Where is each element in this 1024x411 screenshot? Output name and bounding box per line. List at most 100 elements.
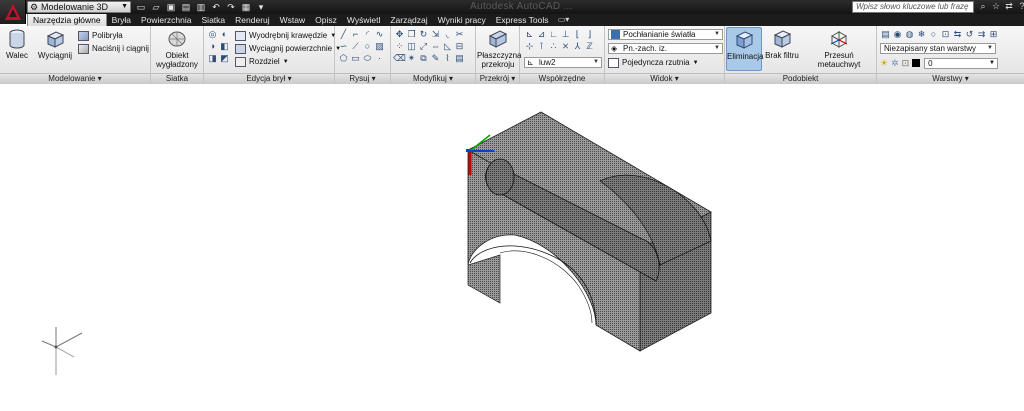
view-combo[interactable]: ◈ Pn.-zach. iz. ▼: [608, 43, 723, 54]
rectangle-icon[interactable]: ▭: [350, 53, 361, 64]
tab-wyswietl[interactable]: Wyświetl: [342, 14, 385, 26]
visual-style-combo[interactable]: Pochłanianie światła ▼: [608, 29, 723, 40]
layer-isolate-icon[interactable]: ◍: [904, 29, 915, 40]
binoculars-icon[interactable]: ⌕: [978, 1, 988, 12]
ucs-origin-icon[interactable]: ⊹: [524, 41, 535, 52]
break-icon[interactable]: ⌇: [442, 53, 453, 64]
layer-state-combo[interactable]: Niezapisany stan warstwy ▼: [880, 43, 996, 54]
tab-zarzadzaj[interactable]: Zarządzaj: [385, 14, 432, 26]
ray-icon[interactable]: ⟋: [350, 41, 361, 52]
rozdziel-button[interactable]: Rozdziel ▼: [235, 56, 289, 68]
search-input[interactable]: Wpisz słowo kluczowe lub frazę: [852, 1, 974, 13]
layer-merge-icon[interactable]: ⊞: [988, 29, 999, 40]
drawing-viewport[interactable]: [0, 85, 1024, 411]
interfere-icon[interactable]: ◨: [207, 53, 218, 64]
erase-icon[interactable]: ⌫: [393, 53, 406, 64]
stretch-icon[interactable]: ⇔: [430, 41, 441, 52]
align-icon[interactable]: ⇲: [430, 29, 441, 40]
tab-renderuj[interactable]: Renderuj: [230, 14, 275, 26]
current-layer-field[interactable]: 0 ▼: [924, 57, 998, 69]
redo-icon[interactable]: ↷: [224, 1, 238, 13]
ucs-y-icon[interactable]: ⅄: [572, 41, 583, 52]
layer-freeze-icon[interactable]: ❄: [916, 29, 927, 40]
star-icon[interactable]: ☆: [991, 1, 1001, 12]
tab-narzedzia-glowne[interactable]: Narzędzia główne: [27, 14, 107, 26]
panel-title-warstwy[interactable]: Warstwy ▾: [877, 73, 1024, 84]
workspace-selector[interactable]: ⚙ Modelowanie 3D ▼: [27, 1, 131, 13]
chamfer-icon[interactable]: ◺: [442, 41, 453, 52]
layer-lock-icon[interactable]: ⊡: [940, 29, 951, 40]
wyodrebnij-krawedzie-button[interactable]: Wyodrębnij krawędzie ▼: [235, 30, 336, 42]
properties-icon[interactable]: ▤: [454, 53, 465, 64]
tab-opisz[interactable]: Opisz: [310, 14, 342, 26]
walec-button[interactable]: Walec: [2, 28, 32, 60]
panel-title-przekroj[interactable]: Przekrój ▾: [476, 73, 519, 84]
scale-icon[interactable]: ⤢: [418, 41, 429, 52]
fillet-icon[interactable]: ◟: [442, 29, 453, 40]
ucs-previous-icon[interactable]: ∟: [548, 29, 559, 40]
tab-bryla[interactable]: Bryła: [107, 14, 136, 26]
ucs-zaxis-icon[interactable]: ⊺: [536, 41, 547, 52]
move-icon[interactable]: ✥: [394, 29, 405, 40]
plot-icon[interactable]: ▦: [239, 1, 253, 13]
new-icon[interactable]: ▭: [134, 1, 148, 13]
join-icon[interactable]: ⧉: [418, 53, 429, 64]
trim-icon[interactable]: ✂: [454, 29, 465, 40]
panel-title-edycja-bryl[interactable]: Edycja brył ▾: [204, 73, 334, 84]
hatch-icon[interactable]: ▨: [374, 41, 385, 52]
3d-solid-model[interactable]: [467, 111, 712, 352]
array-icon[interactable]: ⁘: [394, 41, 405, 52]
print-icon[interactable]: ▥: [194, 1, 208, 13]
rotate-icon[interactable]: ↻: [418, 29, 429, 40]
tab-wstaw[interactable]: Wstaw: [275, 14, 311, 26]
polygon-icon[interactable]: ⬠: [338, 53, 349, 64]
ellipse-icon[interactable]: ⬭: [362, 53, 373, 64]
przesun-metauchwyt-button[interactable]: Przesuń metauchwyt: [803, 28, 875, 69]
model-canvas[interactable]: [0, 85, 1024, 411]
application-menu-button[interactable]: [0, 0, 26, 24]
spline-icon[interactable]: ∽: [338, 41, 349, 52]
layer-on-icon[interactable]: ◉: [892, 29, 903, 40]
viewport-config-button[interactable]: Pojedyncza rzutnia ▼: [608, 57, 699, 69]
layer-previous-icon[interactable]: ↺: [964, 29, 975, 40]
ucs-world-icon[interactable]: ⊿: [536, 29, 547, 40]
arc-icon[interactable]: ◜: [362, 29, 373, 40]
save-icon[interactable]: ▣: [164, 1, 178, 13]
ucs-3point-icon[interactable]: ∴: [548, 41, 559, 52]
plaszczyzna-przekroju-button[interactable]: Płaszczyzna przekroju: [477, 28, 521, 69]
obiekt-wygladzony-button[interactable]: Obiekt wygładzony: [153, 28, 201, 69]
tab-powierzchnia[interactable]: Powierzchnia: [136, 14, 197, 26]
help-icon[interactable]: ?: [1017, 1, 1024, 12]
thicken-icon[interactable]: ◩: [219, 53, 230, 64]
wyciagnij-button[interactable]: Wyciągnij: [36, 28, 74, 60]
brak-filtru-button[interactable]: Brak filtru: [765, 28, 799, 60]
circle-icon[interactable]: ○: [362, 41, 373, 52]
tab-siatka[interactable]: Siatka: [197, 14, 231, 26]
edit-pen-icon[interactable]: ✎: [430, 53, 441, 64]
ribbon-options-icon[interactable]: ▭▾: [554, 14, 574, 26]
layer-off-icon[interactable]: ○: [928, 29, 939, 40]
tab-express-tools[interactable]: Express Tools: [491, 14, 554, 26]
ucs-face-icon[interactable]: ⊥: [560, 29, 571, 40]
helix-icon[interactable]: ∿: [374, 29, 385, 40]
slice-icon[interactable]: ◧: [219, 41, 230, 52]
tab-wyniki-pracy[interactable]: Wyniki pracy: [433, 14, 491, 26]
ucs-z-icon[interactable]: ℤ: [584, 41, 595, 52]
point-icon[interactable]: ·: [374, 53, 385, 64]
ucs-view-icon[interactable]: ⌋: [584, 29, 595, 40]
named-ucs-combo[interactable]: ⊾ luw2 ▼: [524, 57, 602, 68]
exchange-icon[interactable]: ⇄: [1004, 1, 1014, 12]
union-icon[interactable]: ◎: [207, 29, 218, 40]
panel-title-widok[interactable]: Widok ▾: [605, 73, 724, 84]
ucs-icon[interactable]: ⊾: [524, 29, 535, 40]
polyline-icon[interactable]: ⌐: [350, 29, 361, 40]
save-as-icon[interactable]: ▤: [179, 1, 193, 13]
wyciagnij-powierzchnie-button[interactable]: Wyciągnij powierzchnie ▼: [235, 43, 341, 55]
undo-icon[interactable]: ↶: [209, 1, 223, 13]
mirror-icon[interactable]: ◫: [406, 41, 417, 52]
copy-icon[interactable]: ❐: [406, 29, 417, 40]
layer-properties-icon[interactable]: ▤: [880, 29, 891, 40]
polibryla-button[interactable]: Polibryła: [78, 30, 123, 42]
panel-title-rysuj[interactable]: Rysuj ▾: [335, 73, 390, 84]
panel-title-modyfikuj[interactable]: Modyfikuj ▾: [391, 73, 475, 84]
